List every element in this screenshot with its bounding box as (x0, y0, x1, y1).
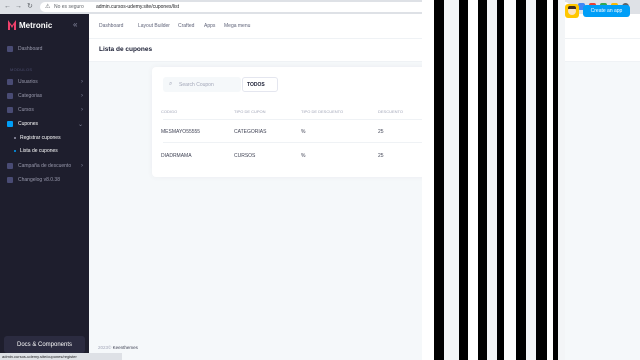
user-avatar[interactable] (565, 4, 579, 18)
address-bar[interactable]: ⚠ No es seguro admin.cursos-udemy.site/c… (40, 2, 570, 12)
warning-icon: ⚠ (45, 4, 51, 10)
sidebar-item-cupones[interactable]: Cupones ⌄ (7, 119, 83, 129)
back-icon[interactable]: ← (4, 3, 11, 11)
state-filter-select[interactable]: TODOS (242, 77, 278, 92)
discount-icon (7, 163, 13, 169)
changelog-icon (7, 177, 13, 183)
sidebar-subitem-registrar-cupones[interactable]: Registrar cupones (14, 135, 61, 141)
courses-icon (7, 107, 13, 113)
cell-type: CURSOS (234, 153, 256, 159)
cell-discount: 25 (378, 153, 384, 159)
sidebar-item-usuarios[interactable]: Usuarios › (7, 77, 83, 87)
sidebar-item-label: Categorias (18, 93, 43, 99)
sidebar-item-label: Cupones (18, 121, 39, 127)
sidebar-item-label: Changelog v8.0.38 (18, 177, 60, 183)
bullet-icon (14, 150, 16, 152)
search-box: ⌕ (163, 77, 241, 92)
cell-discount-type: % (301, 153, 306, 159)
forward-icon[interactable]: → (15, 3, 22, 11)
chevron-right-icon: › (81, 163, 83, 169)
footer-year: 2023© (98, 345, 112, 350)
create-app-button[interactable]: Create an app (583, 5, 630, 17)
browser-status-bar: admin.cursos-udemy.site/cupones/register (0, 353, 122, 360)
row-divider (163, 142, 493, 143)
collapse-sidebar-icon[interactable]: « (73, 20, 77, 30)
dashboard-icon (7, 46, 13, 52)
cell-discount-type: % (301, 129, 306, 135)
security-label: No es seguro (54, 4, 84, 10)
status-badge: Activo (445, 153, 456, 158)
footer: 2023© Keenthemes (98, 345, 138, 350)
sidebar-subitem-lista-cupones[interactable]: Lista de cupones (14, 148, 58, 154)
search-icon: ⌕ (169, 81, 173, 87)
docs-components-button[interactable]: Docs & Components (4, 336, 85, 353)
chevron-down-icon: ⌄ (77, 121, 83, 128)
sidebar-subitem-label: Lista de cupones (20, 148, 58, 154)
sidebar-item-categorias[interactable]: Categorias › (7, 91, 83, 101)
url-text[interactable]: admin.cursos-udemy.site/cupones/list (96, 4, 179, 10)
sidebar-item-label: Campaña de descuento (18, 163, 72, 169)
header-nav-crafted[interactable]: Crafted (178, 23, 194, 29)
sidebar-subitem-label: Registrar cupones (20, 135, 61, 141)
sidebar-item-changelog[interactable]: Changelog v8.0.38 (7, 175, 83, 185)
page-title: Lista de cupones (99, 46, 153, 53)
header-nav-dashboard[interactable]: Dashboard (99, 23, 123, 29)
sidebar: Metronic « Dashboard MODULOS Usuarios › … (0, 14, 89, 360)
cell-code: DIADRMAMA (161, 153, 192, 159)
footer-brand-link[interactable]: Keenthemes (113, 345, 138, 350)
coupon-icon (7, 121, 13, 127)
logo[interactable]: Metronic (8, 20, 52, 30)
sidebar-item-label: Dashboard (18, 46, 43, 52)
header-nav-mega-menu[interactable]: Mega menu (224, 23, 250, 29)
header-nav-apps[interactable]: Apps (204, 23, 215, 29)
bullet-icon (14, 137, 16, 139)
sidebar-item-label: Cursos (18, 107, 34, 113)
column-header-estado: ESTADO (445, 109, 462, 114)
chevron-right-icon: › (81, 107, 83, 113)
status-badge: Activo (445, 129, 456, 134)
sidebar-item-cursos[interactable]: Cursos › (7, 105, 83, 115)
sidebar-item-label: Usuarios (18, 79, 38, 85)
cell-code: MESMAYO55555 (161, 129, 201, 135)
chevron-right-icon: › (81, 93, 83, 99)
avatar-hair (568, 6, 576, 9)
reload-icon[interactable]: ↻ (27, 3, 33, 11)
top-header: Dashboard Layout Builder Crafted Apps Me… (89, 14, 640, 39)
column-header-codigo: CODIGO (161, 109, 178, 114)
column-header-descuento: DESCUENTO (378, 109, 404, 114)
column-header-tipo-descuento: TIPO DE DESCUENTO (301, 109, 344, 114)
categories-icon (7, 93, 13, 99)
column-header-tipo-cupon: TIPO DE CUPON (234, 109, 266, 114)
header-nav-layout-builder[interactable]: Layout Builder (138, 23, 170, 29)
browser-chrome: ← → ↻ ⚠ No es seguro admin.cursos-udemy.… (0, 0, 640, 14)
cell-discount: 25 (378, 129, 384, 135)
metronic-logo-icon (8, 20, 16, 30)
sidebar-item-dashboard[interactable]: Dashboard (7, 44, 83, 54)
coupons-card: ⌕ TODOS CODIGO TIPO DE CUPON TIPO DE DES… (152, 67, 502, 177)
search-input[interactable] (179, 80, 237, 89)
chevron-right-icon: › (81, 79, 83, 85)
users-icon (7, 79, 13, 85)
page-toolbar: Lista de cupones (89, 39, 640, 62)
row-divider (163, 119, 493, 120)
brand-name: Metronic (19, 20, 53, 30)
cell-type: CATEGORIAS (234, 129, 267, 135)
sidebar-item-campana-descuento[interactable]: Campaña de descuento › (7, 161, 83, 171)
sidebar-section-label: MODULOS (10, 67, 33, 72)
